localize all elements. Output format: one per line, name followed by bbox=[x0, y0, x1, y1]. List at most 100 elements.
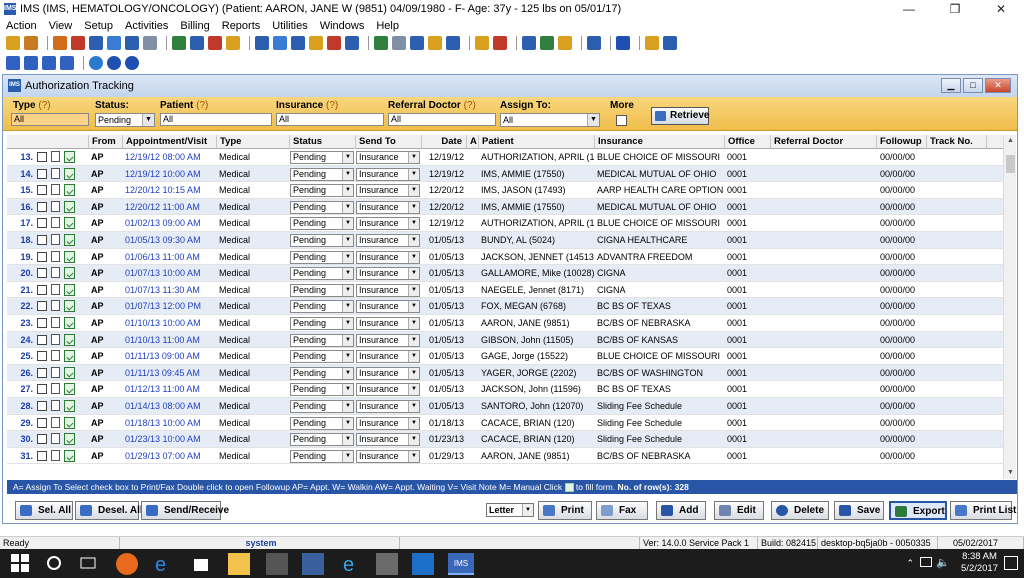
row-checkbox[interactable] bbox=[37, 434, 47, 445]
lab-icon[interactable] bbox=[273, 36, 287, 50]
deselect-all-button[interactable]: Desel. All bbox=[75, 501, 143, 520]
logout-icon[interactable] bbox=[663, 36, 677, 50]
outlook-icon[interactable] bbox=[412, 553, 434, 575]
send-to-select[interactable]: Insurance ▼ bbox=[356, 184, 420, 198]
fill-form-icon[interactable] bbox=[64, 283, 75, 296]
more-checkbox[interactable] bbox=[616, 115, 627, 126]
send-to-select[interactable]: Insurance ▼ bbox=[356, 283, 420, 297]
status-select[interactable]: Pending ▼ bbox=[290, 267, 354, 281]
table-row[interactable]: 30. AP 01/23/13 10:00 AM Medical Pending ▼ Ins… bbox=[7, 431, 1003, 448]
tray-chevron-icon[interactable]: ⌃ bbox=[906, 558, 914, 569]
send-to-select[interactable]: Insurance ▼ bbox=[356, 449, 420, 463]
save-button[interactable]: Save bbox=[834, 501, 884, 520]
document-icon[interactable] bbox=[51, 250, 60, 262]
column-header-date[interactable]: Date bbox=[422, 135, 467, 149]
send-to-select[interactable]: Insurance ▼ bbox=[356, 383, 420, 397]
first-record-icon[interactable] bbox=[6, 56, 20, 70]
column-header-type[interactable]: Type bbox=[217, 135, 290, 149]
row-checkbox[interactable] bbox=[37, 367, 47, 378]
next-record-icon[interactable] bbox=[42, 56, 56, 70]
send-to-select[interactable]: Insurance ▼ bbox=[356, 250, 420, 264]
fill-form-icon[interactable] bbox=[64, 200, 75, 213]
ledger-icon[interactable] bbox=[208, 36, 222, 50]
send-to-select[interactable]: Insurance ▼ bbox=[356, 151, 420, 164]
ims-taskbar-icon[interactable]: IMS bbox=[448, 553, 474, 575]
status-select[interactable]: Pending ▼ bbox=[290, 217, 354, 231]
send-to-select[interactable]: Insurance ▼ bbox=[356, 350, 420, 364]
fax-icon[interactable] bbox=[345, 36, 359, 50]
print-button[interactable]: Print bbox=[538, 501, 592, 520]
row-checkbox[interactable] bbox=[37, 168, 47, 179]
menu-windows[interactable]: Windows bbox=[314, 20, 371, 32]
row-checkbox[interactable] bbox=[37, 318, 47, 328]
scan-icon[interactable] bbox=[522, 36, 536, 50]
delete-button[interactable]: Delete bbox=[771, 501, 829, 520]
status-select[interactable]: Pending ▼ bbox=[290, 184, 354, 198]
row-checkbox[interactable] bbox=[37, 235, 47, 245]
mail-icon[interactable] bbox=[446, 36, 460, 50]
assign-to-filter-select[interactable]: All ▼ bbox=[500, 113, 600, 127]
fill-form-icon[interactable] bbox=[64, 267, 75, 280]
menu-view[interactable]: View bbox=[43, 20, 79, 32]
fill-form-icon[interactable] bbox=[64, 300, 75, 313]
row-checkbox[interactable] bbox=[37, 384, 47, 395]
column-header-followup[interactable]: Followup bbox=[877, 135, 927, 149]
document-icon[interactable] bbox=[51, 333, 60, 345]
menu-billing[interactable]: Billing bbox=[174, 20, 215, 32]
minimize-button[interactable]: — bbox=[886, 0, 932, 18]
table-row[interactable]: 31. AP 01/29/13 07:00 AM Medical Pending ▼ Ins… bbox=[7, 448, 1003, 465]
document-icon[interactable] bbox=[51, 151, 60, 162]
fill-form-icon[interactable] bbox=[64, 151, 75, 163]
send-to-select[interactable]: Insurance ▼ bbox=[356, 267, 420, 281]
fill-form-icon[interactable] bbox=[64, 250, 75, 263]
send-to-select[interactable]: Insurance ▼ bbox=[356, 317, 420, 330]
fax-button[interactable]: Fax bbox=[596, 501, 648, 520]
fill-form-icon[interactable] bbox=[64, 234, 75, 246]
scroll-up-icon[interactable]: ▲ bbox=[1004, 135, 1017, 147]
send-to-select[interactable]: Insurance ▼ bbox=[356, 217, 420, 231]
help-icon[interactable] bbox=[107, 56, 121, 70]
print-icon[interactable] bbox=[255, 36, 269, 50]
menu-help[interactable]: Help bbox=[370, 20, 405, 32]
notification-icon[interactable] bbox=[1004, 556, 1018, 570]
grid-vertical-scrollbar[interactable]: ▲ ▼ bbox=[1003, 135, 1016, 479]
column-header-send-to[interactable]: Send To bbox=[356, 135, 422, 149]
alert-icon[interactable] bbox=[327, 36, 341, 50]
inventory-icon[interactable] bbox=[493, 36, 507, 50]
table-row[interactable]: 21. AP 01/07/13 11:30 AM Medical Pending ▼ Ins… bbox=[7, 282, 1003, 299]
child-close-button[interactable]: ✕ bbox=[985, 78, 1011, 93]
document-icon[interactable] bbox=[51, 449, 60, 461]
previous-record-icon[interactable] bbox=[24, 56, 38, 70]
retrieve-button[interactable]: Retrieve bbox=[651, 107, 709, 125]
row-checkbox[interactable] bbox=[37, 301, 47, 312]
close-button[interactable]: ✕ bbox=[978, 0, 1024, 18]
tool-icon[interactable] bbox=[376, 553, 398, 575]
status-select[interactable]: Pending ▼ bbox=[290, 234, 354, 247]
fill-form-icon[interactable] bbox=[64, 350, 75, 363]
table-row[interactable]: 16. AP 12/20/12 11:00 AM Medical Pending ▼ Ins… bbox=[7, 198, 1003, 216]
firefox-icon[interactable] bbox=[116, 553, 138, 575]
menu-utilities[interactable]: Utilities bbox=[266, 20, 313, 32]
column-header-assign[interactable]: A bbox=[467, 135, 479, 149]
row-checkbox[interactable] bbox=[37, 334, 47, 345]
help-icon[interactable] bbox=[616, 36, 630, 50]
document-icon[interactable] bbox=[51, 167, 60, 179]
table-row[interactable]: 18. AP 01/05/13 09:30 AM Medical Pending ▼ Ins… bbox=[7, 232, 1003, 249]
status-select[interactable]: Pending ▼ bbox=[290, 416, 354, 430]
row-checkbox[interactable] bbox=[37, 401, 47, 411]
column-header-from[interactable]: From bbox=[89, 135, 123, 149]
fill-form-icon[interactable] bbox=[64, 184, 75, 197]
scroll-thumb[interactable] bbox=[1006, 155, 1015, 173]
image-icon[interactable] bbox=[291, 36, 305, 50]
folder-icon[interactable] bbox=[226, 36, 240, 50]
table-row[interactable]: 14. AP 12/19/12 10:00 AM Medical Pending ▼ Ins… bbox=[7, 165, 1003, 183]
volume-icon[interactable]: 🔈 bbox=[936, 556, 950, 569]
send-to-select[interactable]: Insurance ▼ bbox=[356, 200, 420, 214]
network-tray-icon[interactable] bbox=[920, 557, 932, 567]
lock-icon[interactable] bbox=[558, 36, 572, 50]
column-header-office[interactable]: Office bbox=[725, 135, 771, 149]
status-select[interactable]: Pending ▼ bbox=[290, 283, 354, 297]
table-row[interactable]: 23. AP 01/10/13 10:00 AM Medical Pending ▼ Ins… bbox=[7, 315, 1003, 332]
status-select[interactable]: Pending ▼ bbox=[290, 300, 354, 314]
task-view-icon[interactable] bbox=[78, 553, 100, 575]
